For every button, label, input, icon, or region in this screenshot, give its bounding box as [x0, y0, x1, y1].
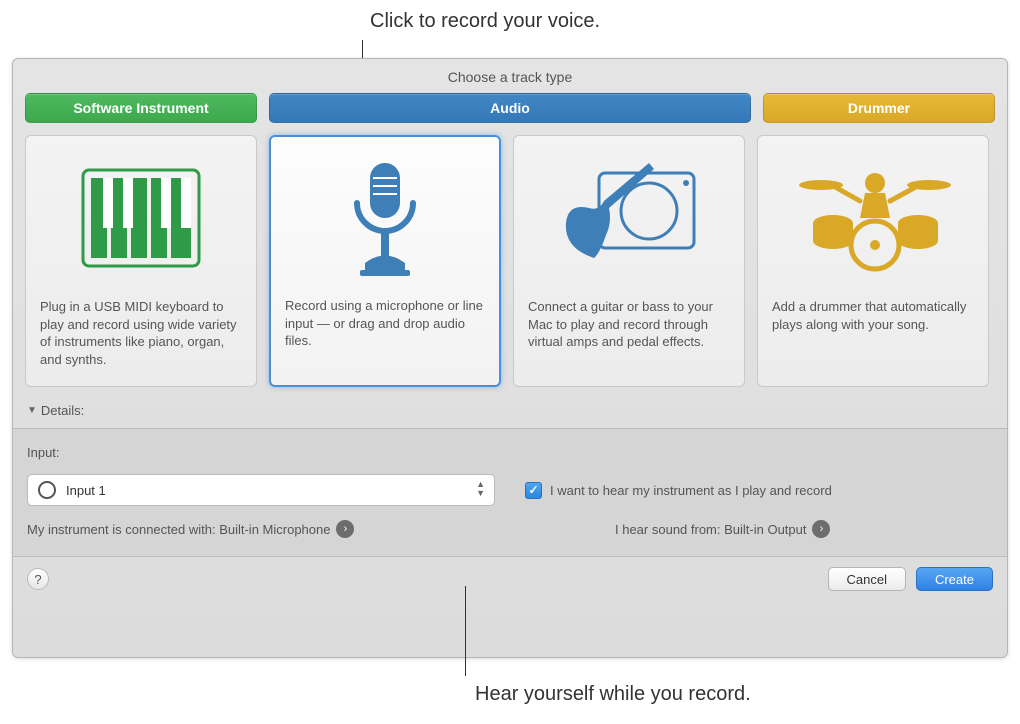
guitar-amp-icon [528, 150, 730, 286]
card-software-instrument[interactable]: Plug in a USB MIDI keyboard to play and … [25, 135, 257, 387]
callout-top-text: Click to record your voice. [370, 10, 600, 33]
card-software-desc: Plug in a USB MIDI keyboard to play and … [40, 298, 242, 372]
callout-bottom-text: Hear yourself while you record. [475, 683, 751, 706]
details-label: Details: [41, 403, 84, 418]
input-mono-icon [38, 481, 56, 499]
card-audio-guitar-desc: Connect a guitar or bass to your Mac to … [528, 298, 730, 372]
input-label: Input: [27, 445, 495, 460]
card-audio-guitar[interactable]: Connect a guitar or bass to your Mac to … [513, 135, 745, 387]
card-audio-mic-desc: Record using a microphone or line input … [285, 297, 485, 371]
monitor-checkbox-row[interactable]: ✓ I want to hear my instrument as I play… [525, 474, 993, 506]
input-select-value: Input 1 [66, 483, 106, 498]
tab-drummer[interactable]: Drummer [763, 93, 995, 123]
dialog-footer: ? Cancel Create [13, 557, 1007, 601]
input-connection-status: My instrument is connected with: Built-i… [27, 522, 330, 537]
track-type-cards: Plug in a USB MIDI keyboard to play and … [13, 123, 1007, 399]
microphone-icon [285, 151, 485, 285]
dialog-title: Choose a track type [13, 59, 1007, 93]
keyboard-icon [40, 150, 242, 286]
help-icon: ? [34, 572, 41, 587]
drummer-icon [772, 150, 974, 286]
track-type-tabs: Software Instrument Audio Drummer [13, 93, 1007, 123]
output-settings-button[interactable]: › [812, 520, 830, 538]
output-status: I hear sound from: Built-in Output [615, 522, 806, 537]
monitor-label: I want to hear my instrument as I play a… [550, 483, 832, 498]
chevron-up-down-icon: ▲▼ [476, 480, 485, 498]
disclosure-triangle-icon: ▼ [27, 405, 37, 416]
card-drummer[interactable]: Add a drummer that automatically plays a… [757, 135, 989, 387]
monitor-checkbox[interactable]: ✓ [525, 482, 542, 499]
input-connection-settings-button[interactable]: › [336, 520, 354, 538]
create-button[interactable]: Create [916, 567, 993, 591]
chevron-right-icon: › [820, 523, 824, 535]
details-toggle[interactable]: ▼ Details: [13, 399, 1007, 428]
tab-software-instrument[interactable]: Software Instrument [25, 93, 257, 123]
chevron-right-icon: › [344, 523, 348, 535]
card-audio-mic[interactable]: Record using a microphone or line input … [269, 135, 501, 387]
help-button[interactable]: ? [27, 568, 49, 590]
choose-track-dialog: Choose a track type Software Instrument … [12, 58, 1008, 658]
input-select[interactable]: Input 1 ▲▼ [27, 474, 495, 506]
tab-audio[interactable]: Audio [269, 93, 751, 123]
callout-bottom-line [465, 586, 466, 676]
cancel-button[interactable]: Cancel [828, 567, 906, 591]
details-pane: Input: Input 1 ▲▼ ✓ I want to hear my in… [13, 428, 1007, 557]
card-drummer-desc: Add a drummer that automatically plays a… [772, 298, 974, 372]
